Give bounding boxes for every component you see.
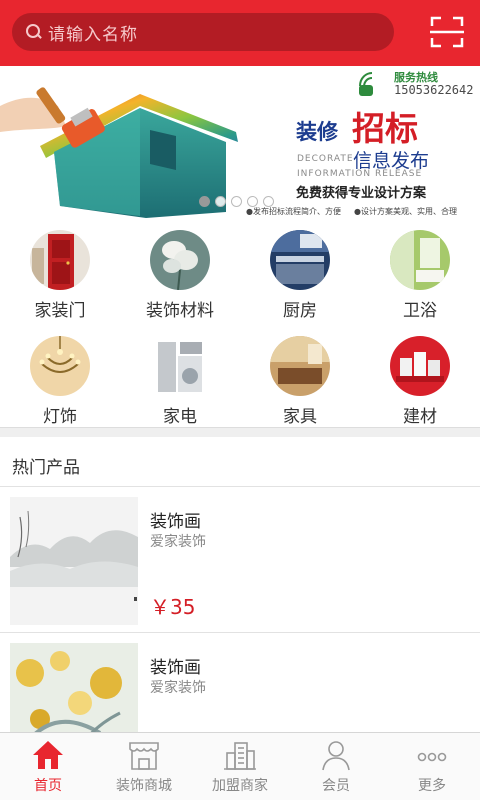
category-grid: 家装门 装饰材料 厨房 卫浴 灯饰 家电 家具 建材: [0, 226, 480, 428]
tab-member[interactable]: 会员: [288, 733, 384, 800]
product-price: ￥35: [150, 595, 196, 619]
search-icon: [26, 24, 42, 40]
category-bathroom[interactable]: 卫浴: [360, 226, 480, 322]
bottom-tab-bar: 首页 装饰商城 加盟商家 会员 更多: [0, 732, 480, 800]
ink-landscape-painting-image: [10, 497, 138, 625]
category-label: 厨房: [283, 301, 317, 321]
tab-label: 加盟商家: [212, 778, 268, 794]
promo-banner[interactable]: 服务热线 15053622642 装修 招标 DECORATE 信息发布 INF…: [0, 66, 480, 220]
top-bar: 请输入名称: [0, 0, 480, 66]
tab-shop[interactable]: 装饰商城: [96, 733, 192, 800]
product-item[interactable]: 装饰画 爱家装饰 ￥35: [0, 487, 480, 633]
category-label: 卫浴: [403, 301, 437, 321]
user-icon: [322, 741, 350, 771]
banner-title-part1: 装修: [296, 119, 338, 144]
appliances-photo-icon: [150, 336, 210, 396]
banner-note-1: ●发布招标流程简介、方便: [246, 207, 341, 216]
tab-merchants[interactable]: 加盟商家: [192, 733, 288, 800]
door-photo-icon: [30, 230, 90, 290]
slide-indicator: [199, 196, 274, 207]
banner-info-en: INFORMATION RELEASE: [297, 169, 423, 179]
section-divider: [0, 427, 480, 437]
category-appliance[interactable]: 家电: [120, 332, 240, 428]
phone-icon: [359, 72, 373, 96]
category-lighting[interactable]: 灯饰: [0, 332, 120, 428]
banner-subtitle: 免费获得专业设计方案: [296, 186, 427, 201]
slide-dot[interactable]: [215, 196, 226, 207]
banner-decorate-en: DECORATE: [297, 154, 354, 164]
tab-label: 装饰商城: [116, 778, 172, 794]
category-label: 建材: [403, 407, 437, 427]
category-label: 装饰材料: [146, 301, 214, 321]
search-input[interactable]: 请输入名称: [12, 13, 394, 51]
category-label: 家装门: [34, 301, 86, 321]
category-furniture[interactable]: 家具: [240, 332, 360, 428]
home-icon: [33, 741, 63, 769]
furniture-photo-icon: [270, 336, 330, 396]
category-door[interactable]: 家装门: [0, 226, 120, 322]
scan-icon[interactable]: [430, 16, 464, 48]
category-building-material[interactable]: 建材: [360, 332, 480, 428]
category-label: 灯饰: [43, 407, 77, 427]
tab-label: 会员: [322, 778, 350, 794]
tab-home[interactable]: 首页: [0, 733, 96, 800]
slide-dot[interactable]: [263, 196, 274, 207]
category-label: 家具: [283, 407, 317, 427]
app-screen: 请输入名称 服务热线 15053622642 装修 招标 DECORATE 信息…: [0, 0, 480, 800]
chandelier-photo-icon: [30, 336, 90, 396]
shop-icon: [129, 742, 159, 770]
search-placeholder: 请输入名称: [48, 24, 138, 45]
category-decor-material[interactable]: 装饰材料: [120, 226, 240, 322]
slide-dot[interactable]: [199, 196, 210, 207]
flower-decor-photo-icon: [150, 230, 210, 290]
hotline-number: 15053622642: [394, 83, 474, 97]
hot-products-title: 热门产品: [12, 458, 80, 478]
product-name: 装饰画: [150, 512, 201, 532]
slide-dot[interactable]: [231, 196, 242, 207]
slide-dot[interactable]: [247, 196, 258, 207]
category-kitchen[interactable]: 厨房: [240, 226, 360, 322]
building-materials-photo-icon: [390, 336, 450, 396]
tab-label: 首页: [34, 778, 62, 794]
product-shop: 爱家装饰: [150, 680, 206, 696]
product-name: 装饰画: [150, 658, 201, 678]
tab-more[interactable]: 更多: [384, 733, 480, 800]
kitchen-photo-icon: [270, 230, 330, 290]
product-shop: 爱家装饰: [150, 534, 206, 550]
category-label: 家电: [163, 407, 197, 427]
banner-note-2: ●设计方案美观、实用、合理: [354, 207, 457, 216]
banner-title-part2: 招标: [352, 109, 418, 148]
tab-label: 更多: [418, 778, 446, 794]
buildings-icon: [224, 742, 256, 770]
more-icon: [417, 752, 447, 762]
bathroom-photo-icon: [390, 230, 450, 290]
